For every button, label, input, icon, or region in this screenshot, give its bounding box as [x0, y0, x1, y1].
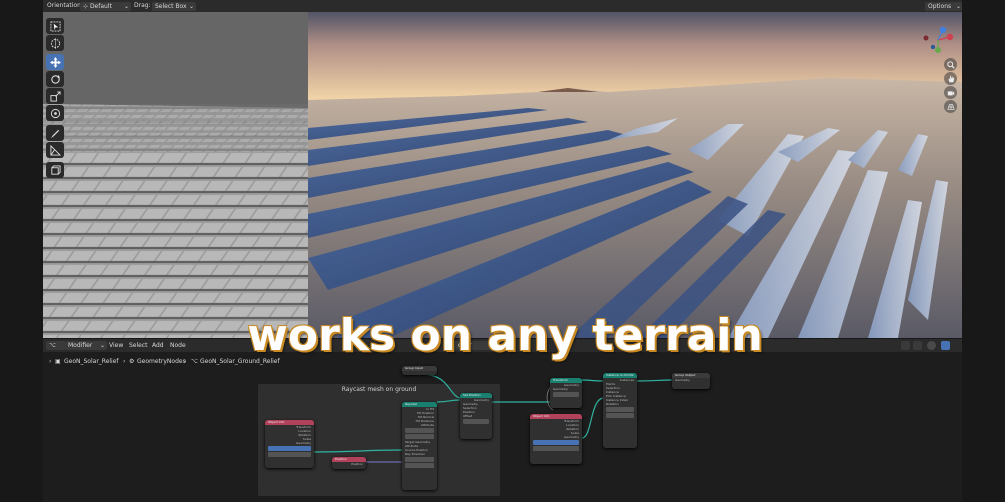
mapping-dropdown[interactable] — [405, 434, 434, 439]
socket-geometry: Geometry — [675, 378, 690, 382]
socket-offset: Offset — [463, 414, 473, 418]
ray-length-field[interactable] — [405, 463, 434, 468]
object-field[interactable] — [268, 452, 311, 457]
socket-position: Position — [351, 462, 363, 466]
set-position-node[interactable]: Set Position Geometry Geometry Selection… — [460, 393, 492, 439]
object-info-node[interactable]: Object Info Transform Location Rotation … — [265, 420, 314, 468]
socket-attribute: Attribute — [420, 423, 434, 427]
instance-on-points-node[interactable]: Instance on Points Instances Points Sele… — [603, 373, 637, 448]
position-node[interactable]: Position Position — [332, 457, 366, 469]
socket-geometry: Geometry — [564, 435, 579, 439]
socket-ray-direction: Ray Direction — [405, 452, 426, 456]
node-links — [313, 373, 673, 463]
overlay-caption: works on any terrain — [247, 310, 763, 361]
data-type-dropdown[interactable] — [405, 428, 434, 433]
rotation-field[interactable] — [606, 407, 634, 412]
group-input-node[interactable]: Group Input — [402, 366, 437, 375]
scale-field[interactable] — [606, 413, 634, 418]
group-output-node[interactable]: Group Output Geometry — [672, 373, 710, 389]
object-field[interactable] — [533, 446, 579, 451]
socket-geometry-in: Geometry — [553, 387, 568, 391]
vector-field[interactable] — [553, 392, 579, 397]
raycast-node[interactable]: Raycast Is Hit Hit Position Hit Normal H… — [402, 402, 437, 490]
geometry-proximity-node[interactable]: Transform Geometry Geometry — [550, 378, 582, 408]
socket-rotation: Rotation — [606, 402, 619, 406]
node-header: Group Input — [402, 366, 437, 371]
original-relative-toggle[interactable] — [268, 446, 311, 451]
original-relative-toggle[interactable] — [533, 440, 579, 445]
socket-geometry: Geometry — [296, 441, 311, 445]
object-info-node-2[interactable]: Object Info Transform Location Rotation … — [530, 414, 582, 464]
ray-direction-field[interactable] — [405, 457, 434, 462]
offset-field[interactable] — [463, 419, 489, 424]
